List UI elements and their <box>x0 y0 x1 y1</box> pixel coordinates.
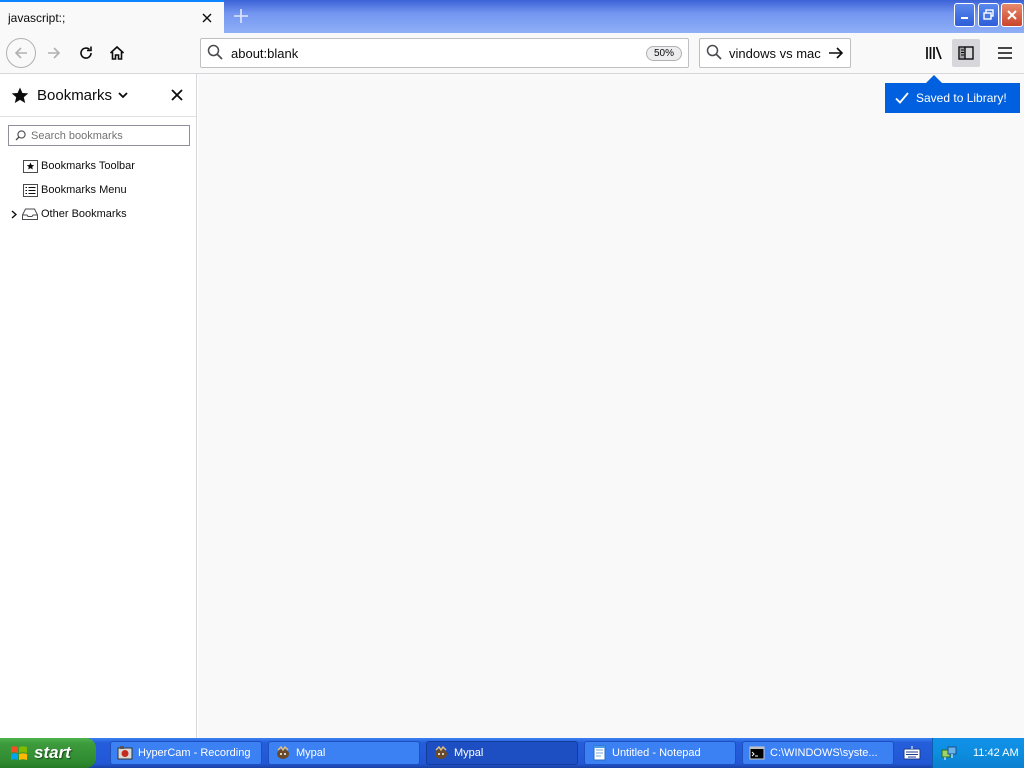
mypal-icon <box>433 745 449 761</box>
task-label: HyperCam - Recording <box>138 747 251 759</box>
url-bar[interactable]: about:blank 50% <box>200 38 689 68</box>
bookmarks-search-input[interactable] <box>31 129 181 142</box>
search-go-arrow-icon[interactable] <box>828 45 844 61</box>
window-restore-button[interactable] <box>978 3 999 27</box>
toast-text: Saved to Library! <box>916 91 1007 105</box>
task-label: C:\WINDOWS\syste... <box>770 747 878 759</box>
start-label: start <box>34 743 71 762</box>
sidebar-close-icon[interactable] <box>168 86 186 104</box>
sidebar-toggle-button[interactable] <box>952 39 980 67</box>
tree-item-label: Bookmarks Menu <box>41 184 127 196</box>
window-minimize-button[interactable] <box>954 3 975 27</box>
tree-item-other-bookmarks[interactable]: Other Bookmarks <box>8 204 127 224</box>
task-label: Untitled - Notepad <box>612 747 701 759</box>
hamburger-menu-button[interactable] <box>991 39 1019 67</box>
bookmarks-sidebar: Bookmarks Bookmarks Toolbar Bookmarks Me… <box>0 74 197 738</box>
tab-strip: javascript:; <box>0 0 1024 33</box>
hypercam-icon <box>117 745 133 761</box>
search-bar[interactable]: vindows vs mac <box>699 38 851 68</box>
taskbar-button-cmd[interactable]: C:\WINDOWS\syste... <box>742 741 894 765</box>
search-icon <box>15 130 26 141</box>
search-input[interactable]: vindows vs mac <box>729 46 828 61</box>
url-text[interactable]: about:blank <box>231 46 646 61</box>
tab-close-icon[interactable] <box>196 7 218 29</box>
task-label: Mypal <box>296 747 326 759</box>
taskbar-button-hypercam[interactable]: HyperCam - Recording <box>110 741 262 765</box>
tree-item-bookmarks-toolbar[interactable]: Bookmarks Toolbar <box>8 156 135 176</box>
mypal-icon <box>275 745 291 761</box>
clock[interactable]: 11:42 AM <box>973 747 1019 759</box>
start-button[interactable]: start <box>0 738 96 768</box>
notepad-icon <box>591 745 607 761</box>
home-button[interactable] <box>103 39 131 67</box>
page-content-area[interactable] <box>198 74 1024 738</box>
taskbar-button-notepad[interactable]: Untitled - Notepad <box>584 741 736 765</box>
search-icon <box>706 44 722 63</box>
chevron-right-icon[interactable] <box>8 204 20 224</box>
task-label: Mypal <box>454 747 484 759</box>
reload-button[interactable] <box>72 39 100 67</box>
window-close-button[interactable] <box>1001 3 1023 27</box>
windows-logo-icon <box>10 745 28 762</box>
sidebar-title[interactable]: Bookmarks <box>37 87 112 104</box>
star-icon <box>11 87 29 104</box>
system-tray: 11:42 AM <box>932 738 1024 768</box>
other-bookmarks-icon <box>22 206 38 222</box>
taskbar-button-mypal[interactable]: Mypal <box>268 741 420 765</box>
bookmarks-menu-icon <box>22 182 38 198</box>
network-icon[interactable] <box>941 745 957 761</box>
forward-button[interactable] <box>40 39 68 67</box>
taskbar-button-mypal-active[interactable]: Mypal <box>426 741 578 765</box>
tree-item-bookmarks-menu[interactable]: Bookmarks Menu <box>8 180 127 200</box>
sidebar-header[interactable]: Bookmarks <box>0 74 196 116</box>
chevron-down-icon[interactable] <box>118 91 128 99</box>
library-button[interactable] <box>920 39 948 67</box>
zoom-reset-button[interactable]: 50% <box>645 45 682 61</box>
tab-title: javascript:; <box>8 10 66 25</box>
navigation-toolbar: about:blank 50% vindows vs mac <box>0 33 1024 74</box>
checkmark-icon <box>895 92 909 104</box>
tab-active[interactable]: javascript:; <box>0 0 224 33</box>
bookmarks-search-field[interactable] <box>8 125 190 146</box>
toast-arrow <box>926 75 942 83</box>
keyboard-icon[interactable] <box>900 743 924 763</box>
divider <box>0 116 196 117</box>
cmd-icon <box>749 745 765 761</box>
new-tab-button[interactable] <box>229 5 253 27</box>
tree-item-label: Bookmarks Toolbar <box>41 160 135 172</box>
tree-item-label: Other Bookmarks <box>41 208 127 220</box>
library-saved-notification: Saved to Library! <box>885 83 1020 113</box>
search-icon <box>207 44 223 63</box>
back-button[interactable] <box>6 38 36 68</box>
bookmarks-toolbar-icon <box>22 158 38 174</box>
taskbar: start HyperCam - Recording Mypal Mypal U… <box>0 738 1024 768</box>
